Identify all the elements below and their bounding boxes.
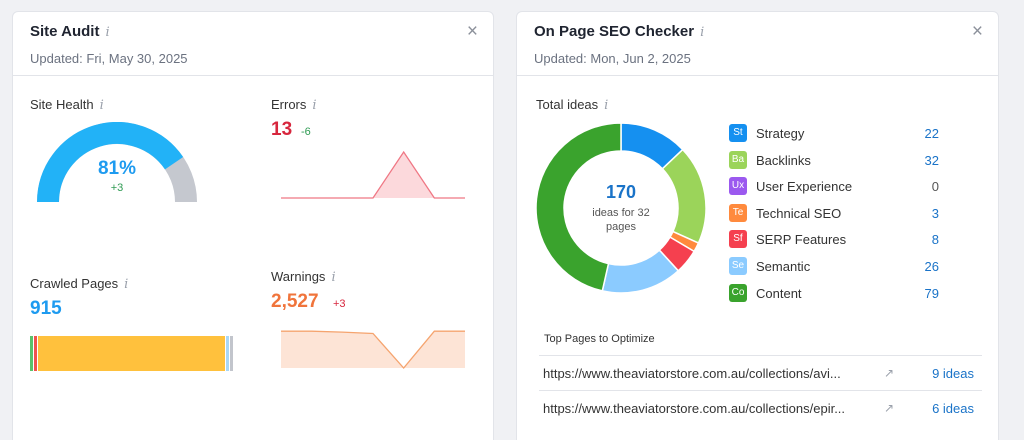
errors-trend-chart <box>281 150 465 199</box>
legend-count[interactable]: 8 <box>932 232 939 247</box>
top-pages-title: Top Pages to Optimize <box>544 333 655 345</box>
legend-item-backlinks[interactable]: Ba Backlinks 32 <box>729 150 939 171</box>
top-page-url[interactable]: https://www.theaviatorstore.com.au/colle… <box>543 401 878 416</box>
info-icon[interactable]: i <box>124 277 128 292</box>
crawled-pages-segment[interactable] <box>229 336 234 371</box>
seo-checker-title: On Page SEO Checker i <box>534 23 705 40</box>
errors-value[interactable]: 13 <box>271 119 292 141</box>
legend-item-technical-seo[interactable]: Te Technical SEO 3 <box>729 203 939 224</box>
backlinks-badge: Ba <box>729 150 747 169</box>
legend-name: Content <box>756 285 802 301</box>
site-health-value: 81% <box>97 158 137 179</box>
errors-trend-area <box>281 152 465 198</box>
info-icon[interactable]: i <box>100 98 104 113</box>
legend-count[interactable]: 22 <box>925 126 939 141</box>
donut-center-caption: ideas for 32 pages <box>592 207 650 233</box>
warnings-delta: +3 <box>333 298 346 310</box>
info-icon[interactable]: i <box>331 270 335 285</box>
info-icon[interactable]: i <box>604 98 608 113</box>
semantic-badge: Se <box>729 257 747 275</box>
info-icon[interactable]: i <box>312 98 316 113</box>
warnings-value[interactable]: 2,527 <box>271 291 319 313</box>
close-icon[interactable]: × <box>467 22 478 41</box>
legend-count[interactable]: 79 <box>925 286 939 301</box>
donut-center-value: 170 <box>605 182 637 202</box>
top-page-row: https://www.theaviatorstore.com.au/colle… <box>539 390 982 425</box>
info-icon[interactable]: i <box>700 25 704 40</box>
legend-name: User Experience <box>756 179 853 195</box>
legend-item-semantic[interactable]: Se Semantic 26 <box>729 257 939 277</box>
info-icon[interactable]: i <box>105 25 109 40</box>
legend-item-serp-features[interactable]: Sf SERP Features 8 <box>729 230 939 250</box>
errors-delta: -6 <box>301 126 311 138</box>
site-audit-updated: Updated: Fri, May 30, 2025 <box>30 51 188 66</box>
serp-features-badge: Sf <box>729 230 747 249</box>
strategy-badge: St <box>729 124 747 142</box>
legend-count[interactable]: 26 <box>925 259 939 274</box>
legend-item-user-experience[interactable]: Ux User Experience 0 <box>729 177 939 197</box>
site-health-delta: +3 <box>110 182 124 194</box>
top-page-row: https://www.theaviatorstore.com.au/colle… <box>539 355 982 390</box>
crawled-pages-segment[interactable] <box>38 336 226 371</box>
legend-name: Backlinks <box>756 152 811 168</box>
legend-item-strategy[interactable]: St Strategy 22 <box>729 124 939 144</box>
total-ideas-label: Total ideas i <box>536 97 609 113</box>
technical-seo-badge: Te <box>729 203 747 222</box>
legend-count[interactable]: 3 <box>932 206 939 221</box>
errors-trend-line <box>281 150 465 199</box>
top-page-ideas-link[interactable]: 6 ideas <box>932 401 974 416</box>
warnings-trend-area <box>281 331 465 368</box>
legend-name: Strategy <box>756 126 805 141</box>
warnings-trend-chart <box>281 330 465 369</box>
top-page-ideas-link[interactable]: 9 ideas <box>932 366 974 381</box>
site-audit-title: Site Audit i <box>30 23 110 40</box>
close-icon[interactable]: × <box>972 22 983 41</box>
legend-count: 0 <box>931 179 939 195</box>
content-badge: Co <box>729 283 747 302</box>
site-audit-card: Site Audit i Updated: Fri, May 30, 2025 ×… <box>12 11 494 440</box>
site-health-label: Site Health i <box>30 97 104 113</box>
seo-checker-updated: Updated: Mon, Jun 2, 2025 <box>534 51 691 66</box>
legend-name: Semantic <box>756 259 811 274</box>
user-experience-badge: Ux <box>729 177 747 196</box>
external-link-icon[interactable]: ↗ <box>884 366 894 380</box>
crawled-pages-bar[interactable] <box>30 336 234 371</box>
legend-count[interactable]: 32 <box>925 153 939 168</box>
site-audit-header: Site Audit i Updated: Fri, May 30, 2025 × <box>13 12 493 76</box>
legend-item-content[interactable]: Co Content 79 <box>729 283 939 304</box>
top-page-url[interactable]: https://www.theaviatorstore.com.au/colle… <box>543 366 878 381</box>
legend-name: Technical SEO <box>756 205 842 221</box>
warnings-label: Warnings i <box>271 269 336 285</box>
seo-checker-card: On Page SEO Checker i Updated: Mon, Jun 2… <box>516 11 999 440</box>
errors-label: Errors i <box>271 97 317 113</box>
external-link-icon[interactable]: ↗ <box>884 401 894 415</box>
crawled-pages-value[interactable]: 915 <box>30 298 62 320</box>
crawled-pages-label: Crawled Pages i <box>30 276 129 292</box>
legend-name: SERP Features <box>756 232 847 248</box>
seo-checker-header: On Page SEO Checker i Updated: Mon, Jun 2… <box>517 12 998 76</box>
